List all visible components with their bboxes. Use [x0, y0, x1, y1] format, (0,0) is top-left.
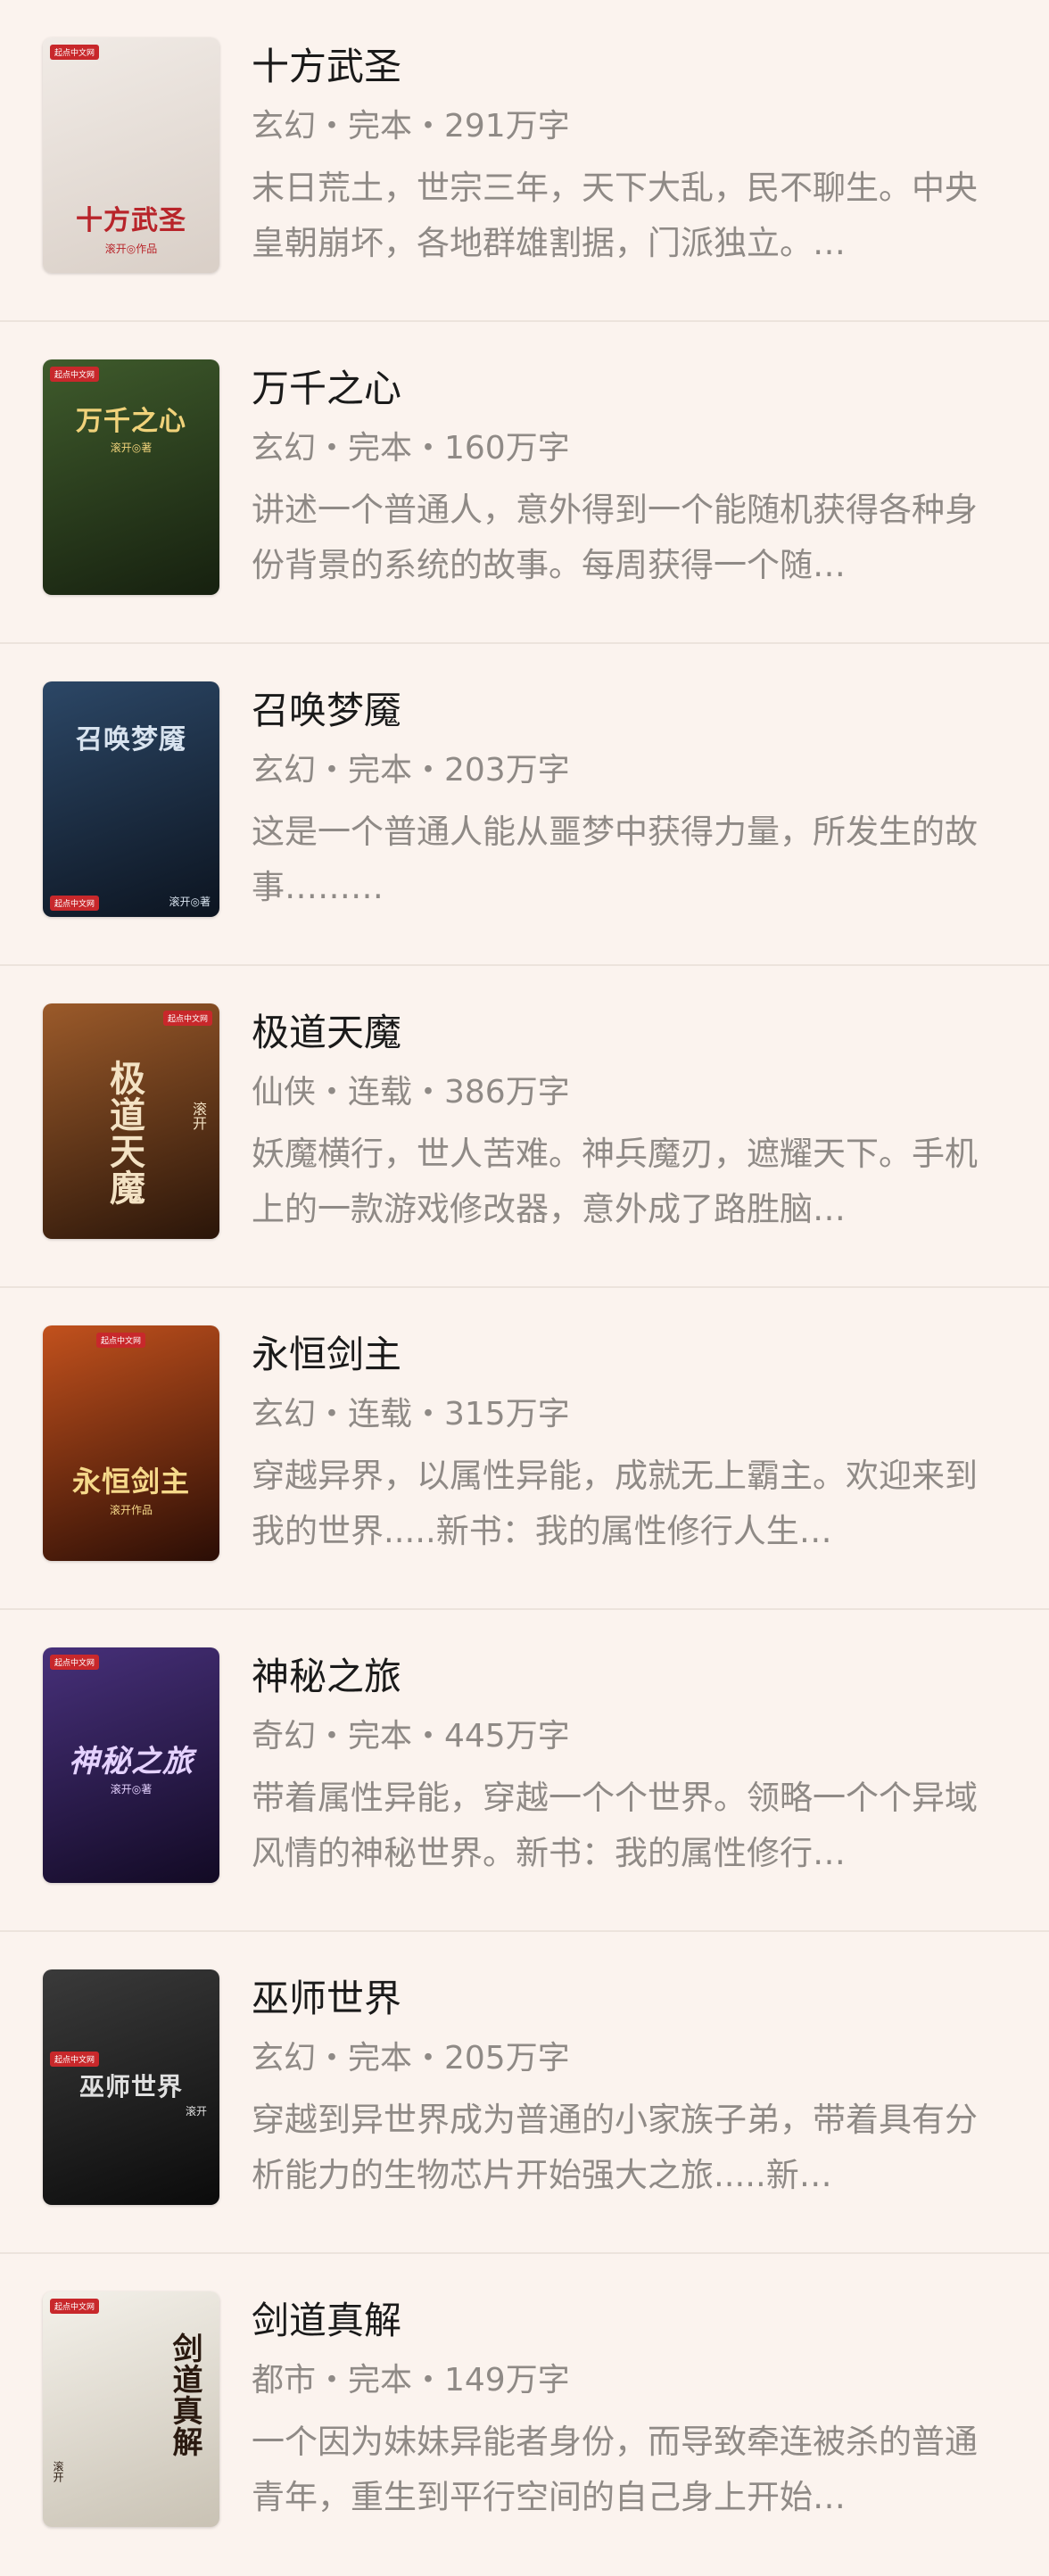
book-description: 妖魔横行，世人苦难。神兵魔刃，遮耀天下。手机上的一款游戏修改器，意外成了路胜脑… [252, 1135, 978, 1228]
book-meta: 玄幻・完本・291万字 [252, 108, 570, 144]
book-title[interactable]: 极道天魔 [252, 1011, 401, 1055]
book-cover[interactable]: 起点中文网 极道天魔 滚开 [43, 1003, 219, 1239]
book-cover[interactable]: 起点中文网 巫师世界 滚开 [43, 1969, 219, 2205]
book-cover[interactable]: 起点中文网 召唤梦魇 滚开◎著 [43, 681, 219, 917]
book-description: 穿越异界，以属性异能，成就无上霸主。欢迎来到我的世界.....新书：我的属性修行… [252, 1457, 978, 1550]
cover-author: 滚开 [52, 2461, 64, 2482]
book-item[interactable]: 起点中文网 召唤梦魇 滚开◎著 召唤梦魇 玄幻・完本・203万字 这是一个普通人… [0, 644, 1049, 966]
cover-title: 剑道真解 [167, 2332, 202, 2457]
book-list: 起点中文网 十方武圣 滚开◎作品 十方武圣 玄幻・完本・291万字 末日荒土，世… [0, 0, 1049, 2570]
publisher-badge: 起点中文网 [50, 2299, 100, 2314]
book-cover[interactable]: 起点中文网 神秘之旅 滚开◎著 [43, 1647, 219, 1883]
book-meta: 玄幻・完本・160万字 [252, 430, 570, 466]
book-title[interactable]: 召唤梦魇 [252, 689, 401, 733]
cover-author: 滚开 [190, 1102, 207, 1130]
book-item[interactable]: 起点中文网 永恒剑主 滚开作品 永恒剑主 玄幻・连载・315万字 穿越异界，以属… [0, 1288, 1049, 1610]
cover-author: 滚开 [185, 2105, 207, 2118]
book-cover[interactable]: 起点中文网 永恒剑主 滚开作品 [43, 1325, 219, 1561]
book-meta: 都市・完本・149万字 [252, 2362, 570, 2398]
cover-author: 滚开作品 [109, 1504, 153, 1516]
publisher-badge: 起点中文网 [50, 45, 100, 60]
publisher-badge: 起点中文网 [96, 1333, 146, 1348]
book-item[interactable]: 起点中文网 剑道真解 滚开 剑道真解 都市・完本・149万字 一个因为妹妹异能者… [0, 2254, 1049, 2576]
book-title[interactable]: 剑道真解 [252, 2299, 401, 2343]
book-item[interactable]: 起点中文网 巫师世界 滚开 巫师世界 玄幻・完本・205万字 穿越到异世界成为普… [0, 1932, 1049, 2254]
book-description: 带着属性异能，穿越一个个世界。领略一个个异域风情的神秘世界。新书：我的属性修行… [252, 1779, 978, 1872]
book-title[interactable]: 巫师世界 [252, 1977, 401, 2021]
publisher-badge: 起点中文网 [50, 2052, 100, 2067]
book-description: 末日荒土，世宗三年，天下大乱，民不聊生。中央皇朝崩坏，各地群雄割据，门派独立。… [252, 169, 978, 262]
book-item[interactable]: 起点中文网 万千之心 滚开◎著 万千之心 玄幻・完本・160万字 讲述一个普通人… [0, 322, 1049, 644]
cover-author: 滚开◎著 [110, 442, 153, 454]
book-cover[interactable]: 起点中文网 万千之心 滚开◎著 [43, 359, 219, 595]
cover-title: 万千之心 [76, 406, 186, 437]
book-meta: 玄幻・完本・205万字 [252, 2040, 570, 2076]
book-title[interactable]: 永恒剑主 [252, 1333, 401, 1377]
cover-title: 巫师世界 [78, 2072, 183, 2101]
cover-author: 滚开◎著 [169, 896, 211, 908]
cover-title: 神秘之旅 [69, 1744, 194, 1779]
cover-title: 极道天魔 [103, 1060, 145, 1206]
book-item[interactable]: 起点中文网 极道天魔 滚开 极道天魔 仙侠・连载・386万字 妖魔横行，世人苦难… [0, 966, 1049, 1288]
book-title[interactable]: 十方武圣 [252, 45, 401, 89]
cover-title: 永恒剑主 [71, 1465, 190, 1499]
book-title[interactable]: 万千之心 [252, 367, 401, 411]
book-item[interactable]: 起点中文网 神秘之旅 滚开◎著 神秘之旅 奇幻・完本・445万字 带着属性异能，… [0, 1610, 1049, 1932]
book-title[interactable]: 神秘之旅 [252, 1655, 401, 1699]
book-meta: 仙侠・连载・386万字 [252, 1074, 570, 1110]
book-description: 这是一个普通人能从噩梦中获得力量，所发生的故事……… [252, 813, 978, 906]
book-meta: 玄幻・完本・203万字 [252, 752, 570, 788]
publisher-badge: 起点中文网 [162, 1011, 212, 1026]
cover-author: 滚开◎著 [110, 1783, 153, 1796]
publisher-badge: 起点中文网 [50, 367, 100, 382]
cover-author: 滚开◎作品 [104, 243, 158, 255]
book-item[interactable]: 起点中文网 十方武圣 滚开◎作品 十方武圣 玄幻・完本・291万字 末日荒土，世… [0, 0, 1049, 322]
publisher-badge: 起点中文网 [50, 1655, 100, 1670]
cover-title: 召唤梦魇 [76, 724, 186, 755]
book-description: 穿越到异世界成为普通的小家族子弟，带着具有分析能力的生物芯片开始强大之旅....… [252, 2101, 978, 2194]
book-description: 讲述一个普通人，意外得到一个能随机获得各种身份背景的系统的故事。每周获得一个随… [252, 491, 978, 584]
book-cover[interactable]: 起点中文网 十方武圣 滚开◎作品 [43, 37, 219, 273]
cover-title: 十方武圣 [76, 205, 186, 236]
book-cover[interactable]: 起点中文网 剑道真解 滚开 [43, 2291, 219, 2527]
book-meta: 玄幻・连载・315万字 [252, 1396, 570, 1432]
book-meta: 奇幻・完本・445万字 [252, 1718, 570, 1754]
book-description: 一个因为妹妹异能者身份，而导致牵连被杀的普通青年，重生到平行空间的自己身上开始… [252, 2423, 978, 2516]
